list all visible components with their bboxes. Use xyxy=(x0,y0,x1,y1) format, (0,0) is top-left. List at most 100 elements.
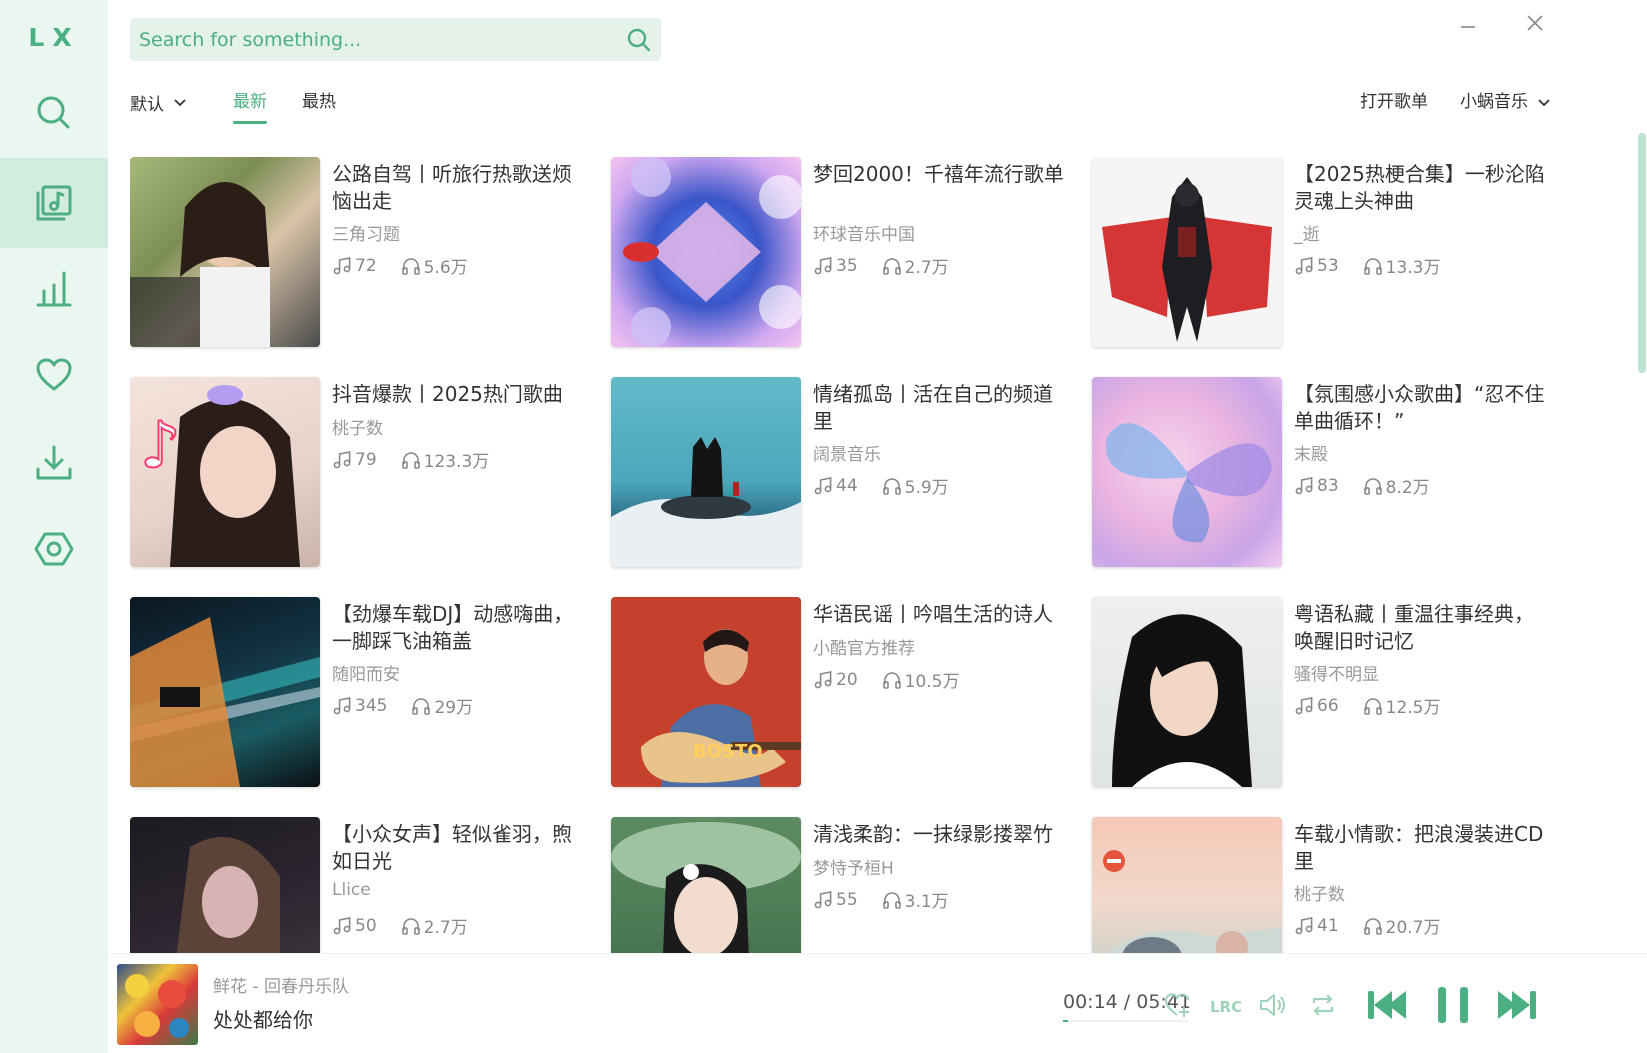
playlist-title[interactable]: 抖音爆款丨2025热门歌曲 xyxy=(332,381,590,408)
playlist-title[interactable]: 梦回2000！千禧年流行歌单 xyxy=(813,161,1071,188)
playlist-author[interactable]: _逝 xyxy=(1294,220,1320,245)
playlist-author[interactable]: 阔景音乐 xyxy=(813,440,881,465)
playlist-card[interactable]: 【2025热梗合集】一秒沦陷灵魂上头神曲 _逝 53 13.3万 xyxy=(1092,157,1562,357)
song-count: 35 xyxy=(836,255,858,276)
play-count: 123.3万 xyxy=(423,452,490,472)
playlist-card[interactable]: 梦回2000！千禧年流行歌单 环球音乐中国 35 2.7万 xyxy=(611,157,1081,357)
play-count: 29万 xyxy=(434,698,474,718)
music-note-icon xyxy=(814,670,832,688)
headphones-icon xyxy=(882,891,901,909)
headphones-icon xyxy=(401,257,420,275)
playlist-card[interactable]: ♪ 抖音爆款丨2025热门歌曲 桃子数 79 123.3万 xyxy=(130,377,600,577)
playlist-card[interactable]: 【小众女声】轻似雀羽，煦如日光 Llice 50 2.7万 xyxy=(130,817,600,953)
playlist-author[interactable]: 环球音乐中国 xyxy=(813,220,915,245)
minimize-button[interactable] xyxy=(1448,8,1488,38)
sort-dropdown[interactable]: 默认 xyxy=(130,88,188,116)
playlist-card[interactable]: BOSTO 华语民谣丨吟唱生活的诗人 小酷官方推荐 20 10.5万 xyxy=(611,597,1081,797)
playlist-cover xyxy=(611,817,801,953)
play-count: 3.1万 xyxy=(904,892,949,912)
now-playing-cover[interactable] xyxy=(117,964,198,1045)
playlist-title[interactable]: 【小众女声】轻似雀羽，煦如日光 xyxy=(332,821,590,875)
volume-button[interactable] xyxy=(1256,988,1290,1022)
playlist-title[interactable]: 情绪孤岛丨活在自己的频道里 xyxy=(813,381,1071,435)
song-count: 44 xyxy=(836,475,858,496)
playlist-cover xyxy=(1092,817,1282,953)
playlist-title[interactable]: 粤语私藏丨重温往事经典，唤醒旧时记忆 xyxy=(1294,601,1552,655)
progress-fill xyxy=(1063,1020,1069,1022)
playlist-title[interactable]: 华语民谣丨吟唱生活的诗人 xyxy=(813,601,1071,628)
playlist-stats: 79 123.3万 xyxy=(332,447,489,472)
next-button[interactable] xyxy=(1494,984,1540,1026)
playlist-card[interactable]: 情绪孤岛丨活在自己的频道里 阔景音乐 44 5.9万 xyxy=(611,377,1081,577)
playlist-cover xyxy=(1092,157,1282,347)
playlist-title[interactable]: 车载小情歌：把浪漫装进CD里 xyxy=(1294,821,1552,875)
playlist-author[interactable]: 梦恃予桓H xyxy=(813,854,894,879)
playlist-card[interactable]: 【氛围感小众歌曲】“忍不住单曲循环！” 末殿 83 8.2万 xyxy=(1092,377,1562,577)
lyrics-icon: LRC xyxy=(1210,998,1241,1016)
playlist-title[interactable]: 【劲爆车载DJ】动感嗨曲，一脚踩飞油箱盖 xyxy=(332,601,590,655)
playlist-author[interactable]: 三角习题 xyxy=(332,220,400,245)
music-note-icon xyxy=(1295,256,1313,274)
playlist-title[interactable]: 【2025热梗合集】一秒沦陷灵魂上头神曲 xyxy=(1294,161,1552,215)
playlist-stats: 345 29万 xyxy=(332,693,473,718)
playlist-author[interactable]: 小酷官方推荐 xyxy=(813,634,915,659)
tab-label: 最热 xyxy=(302,92,336,112)
sidebar: LX xyxy=(0,0,108,1053)
playlist-card[interactable]: 车载小情歌：把浪漫装进CD里 桃子数 41 20.7万 xyxy=(1092,817,1562,953)
playlist-stats: 44 5.9万 xyxy=(813,473,949,498)
tab-hottest[interactable]: 最热 xyxy=(302,88,336,116)
tab-label: 最新 xyxy=(233,92,267,112)
playlist-stats: 66 12.5万 xyxy=(1294,693,1441,718)
playlist-author[interactable]: Llice xyxy=(332,880,371,900)
now-playing-track[interactable]: 鲜花 - 回春丹乐队 xyxy=(213,972,349,997)
playlist-card[interactable]: 【劲爆车载DJ】动感嗨曲，一脚踩飞油箱盖 随阳而安 345 29万 xyxy=(130,597,600,797)
source-dropdown[interactable]: 小蜗音乐 xyxy=(1460,88,1552,116)
favorite-button[interactable] xyxy=(1160,988,1194,1022)
sidebar-item-favorites[interactable] xyxy=(0,330,108,420)
minimize-icon xyxy=(1461,26,1475,28)
music-note-icon xyxy=(1295,476,1313,494)
skip-previous-icon xyxy=(1368,991,1406,1019)
playlist-stats: 35 2.7万 xyxy=(813,253,949,278)
sidebar-item-songlist[interactable] xyxy=(0,158,108,248)
close-button[interactable] xyxy=(1515,8,1555,38)
playlist-card[interactable]: 粤语私藏丨重温往事经典，唤醒旧时记忆 骚得不明显 66 12.5万 xyxy=(1092,597,1562,797)
playlist-stats: 20 10.5万 xyxy=(813,667,960,692)
tab-newest[interactable]: 最新 xyxy=(233,88,267,124)
playlist-author[interactable]: 随阳而安 xyxy=(332,660,400,685)
headphones-icon xyxy=(882,257,901,275)
playlist-author[interactable]: 桃子数 xyxy=(1294,880,1345,905)
playlist-card[interactable]: 清浅柔韵：一抹绿影搂翠竹 梦恃予桓H 55 3.1万 xyxy=(611,817,1081,953)
playlist-cover xyxy=(611,157,801,347)
playlist-title[interactable]: 【氛围感小众歌曲】“忍不住单曲循环！” xyxy=(1294,381,1552,435)
sidebar-item-settings[interactable] xyxy=(0,504,108,594)
playlist-title[interactable]: 清浅柔韵：一抹绿影搂翠竹 xyxy=(813,821,1071,848)
play-count: 20.7万 xyxy=(1385,918,1441,938)
previous-button[interactable] xyxy=(1364,984,1410,1026)
play-count: 5.9万 xyxy=(904,478,949,498)
playlist-card[interactable]: 公路自驾丨听旅行热歌送烦恼出走 三角习题 72 5.6万 xyxy=(130,157,600,357)
music-note-icon xyxy=(333,450,351,468)
playlist-author[interactable]: 末殿 xyxy=(1294,440,1328,465)
playlist-title[interactable]: 公路自驾丨听旅行热歌送烦恼出走 xyxy=(332,161,590,215)
open-playlist-button[interactable]: 打开歌单 xyxy=(1360,88,1428,116)
playlist-cover xyxy=(1092,377,1282,567)
search-input[interactable] xyxy=(130,18,617,61)
play-count: 2.7万 xyxy=(904,258,949,278)
repeat-button[interactable] xyxy=(1306,988,1340,1022)
playlist-author[interactable]: 骚得不明显 xyxy=(1294,660,1379,685)
search-icon xyxy=(37,96,70,129)
sidebar-item-leaderboard[interactable] xyxy=(0,244,108,334)
search-button[interactable] xyxy=(617,18,661,61)
sidebar-item-download[interactable] xyxy=(0,418,108,508)
music-note-icon xyxy=(333,256,351,274)
playlist-author[interactable]: 桃子数 xyxy=(332,414,383,439)
lyrics-button[interactable]: LRC xyxy=(1208,988,1242,1022)
sidebar-item-search[interactable] xyxy=(0,68,108,158)
headphones-icon xyxy=(882,477,901,495)
scrollbar-thumb[interactable] xyxy=(1638,133,1646,373)
playlist-stats: 53 13.3万 xyxy=(1294,253,1441,278)
playlist-cover xyxy=(130,597,320,787)
download-icon xyxy=(36,445,72,480)
pause-button[interactable] xyxy=(1430,984,1476,1026)
